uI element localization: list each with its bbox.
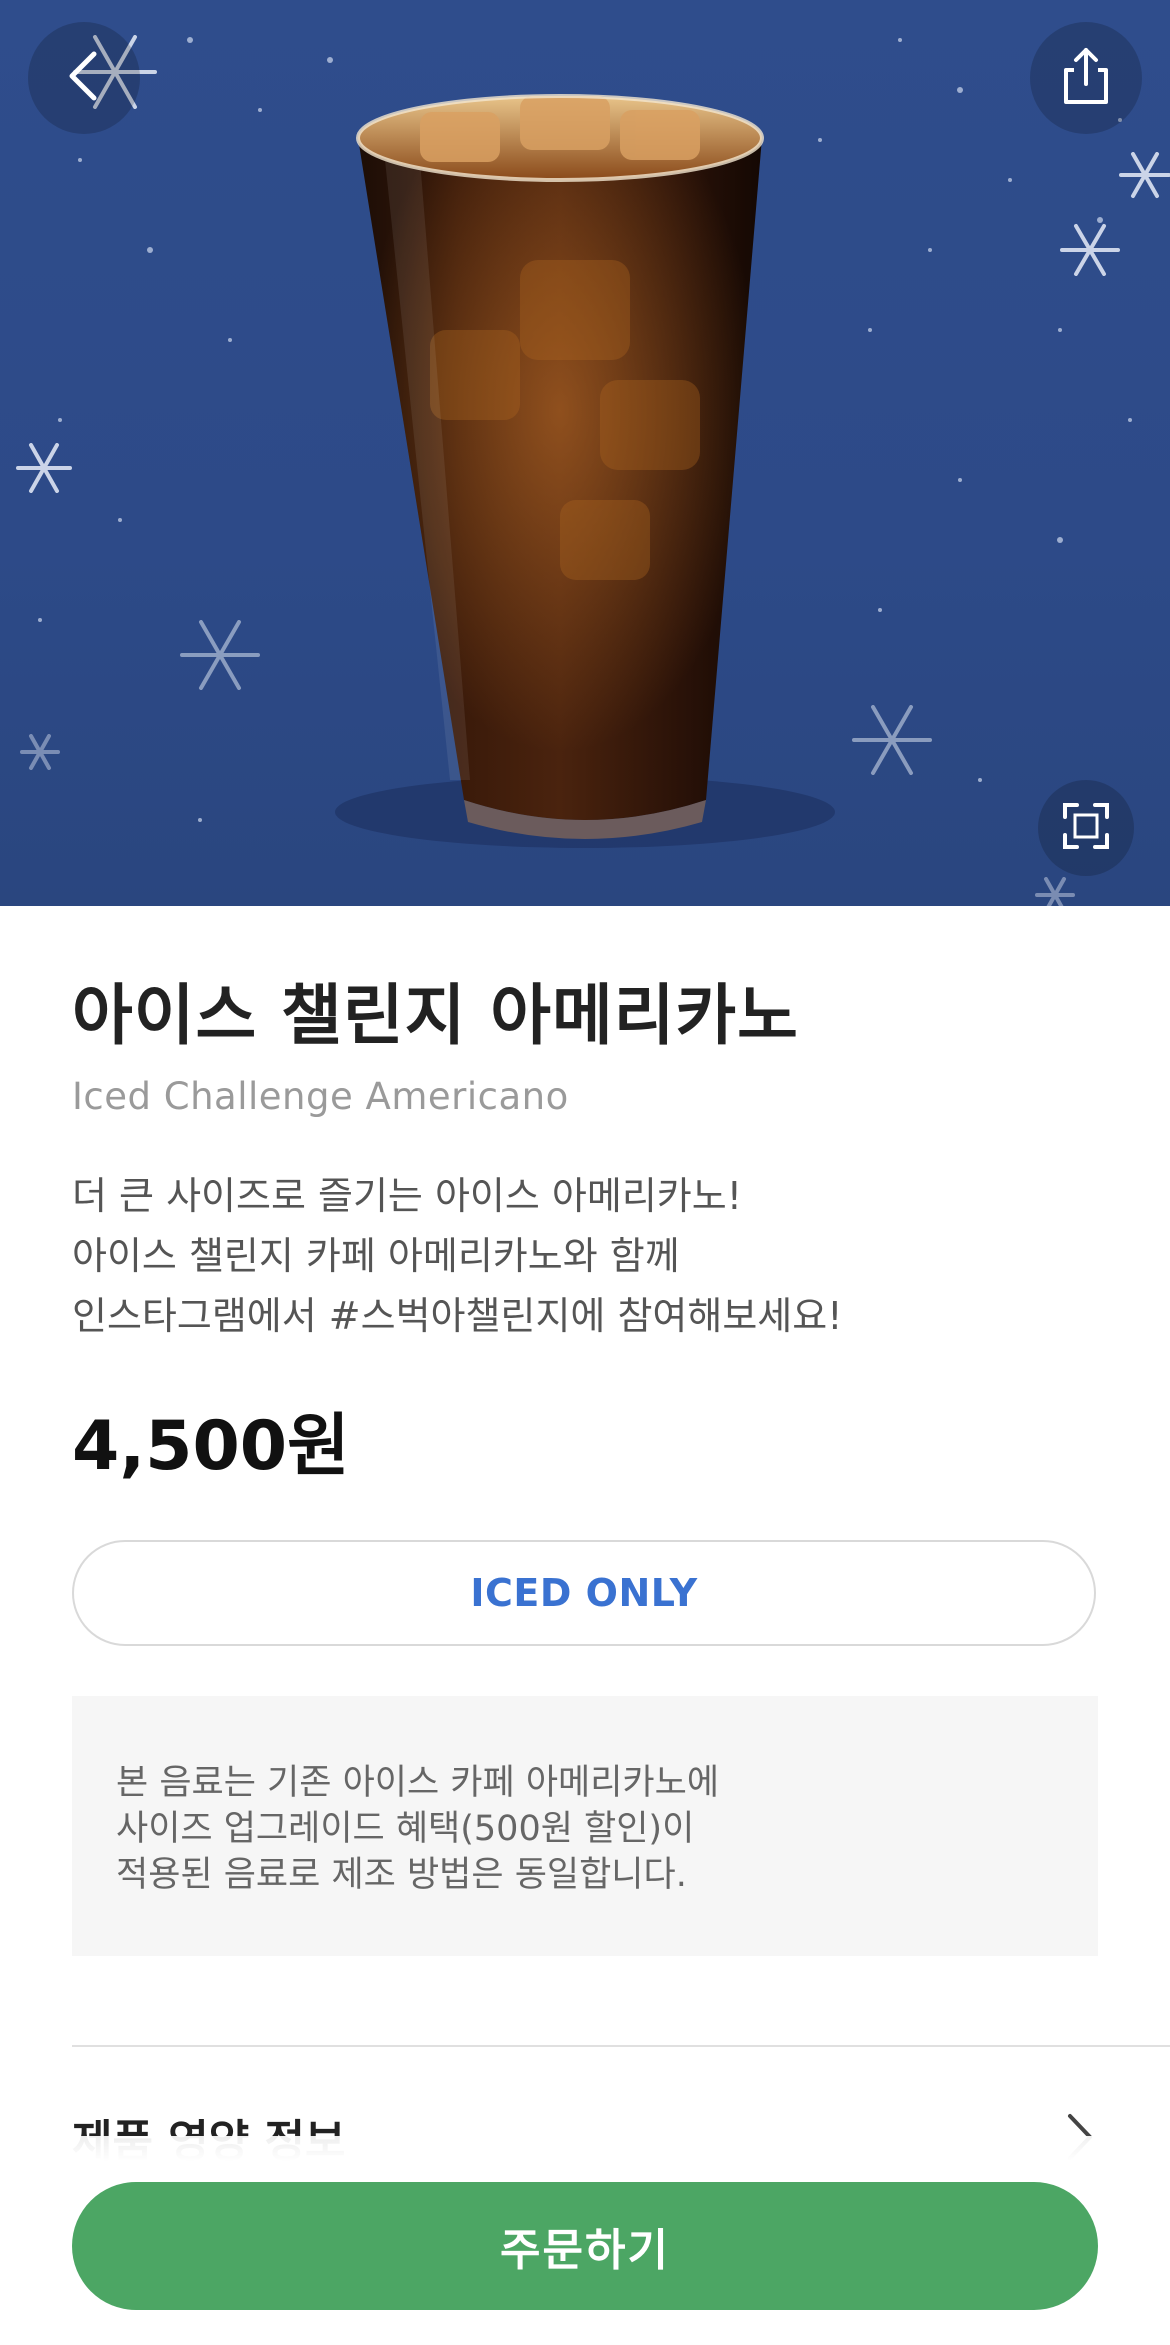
product-description: 더 큰 사이즈로 즐기는 아이스 아메리카노! 아이스 챌린지 카페 아메리카노… [72,1166,1092,1346]
chevron-left-icon [64,48,104,108]
product-english-name: Iced Challenge Americano [72,1075,569,1118]
notice-line: 사이즈 업그레이드 혜택(500원 할인)이 [116,1809,695,1849]
description-line: 인스타그램에서 #스벅아챌린지에 참여해보세요! [72,1294,843,1338]
order-button[interactable]: 주문하기 [72,2182,1098,2310]
section-divider [72,2045,1170,2047]
share-button[interactable] [1030,22,1142,134]
notice-line: 적용된 음료로 제조 방법은 동일합니다. [116,1855,687,1895]
product-price: 4,500원 [72,1407,350,1486]
notice-line: 본 음료는 기존 아이스 카페 아메리카노에 [116,1763,720,1803]
back-button[interactable] [28,22,140,134]
temperature-option-badge: ICED ONLY [72,1540,1096,1646]
iced-americano-illustration [16,35,1170,906]
expand-image-button[interactable] [1038,780,1134,876]
expand-icon [1061,801,1111,855]
product-title: 아이스 챌린지 아메리카노 [72,977,799,1054]
description-line: 더 큰 사이즈로 즐기는 아이스 아메리카노! [72,1174,742,1218]
order-button-label: 주문하기 [500,2225,670,2276]
description-line: 아이스 챌린지 카페 아메리카노와 함께 [72,1234,680,1278]
product-hero-image [0,0,1170,906]
temperature-option-label: ICED ONLY [470,1571,698,1615]
share-icon [1054,44,1118,112]
product-notice-box: 본 음료는 기존 아이스 카페 아메리카노에 사이즈 업그레이드 혜택(500원… [72,1696,1098,1956]
